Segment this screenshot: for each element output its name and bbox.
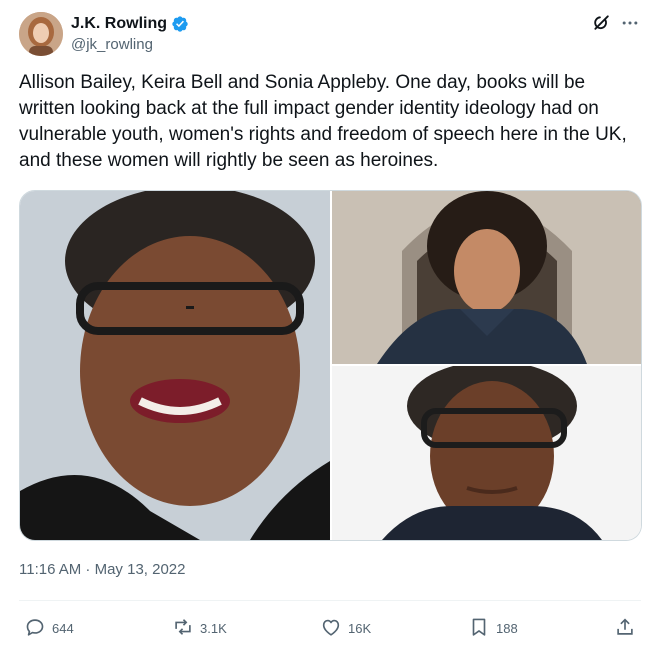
bookmark-icon <box>468 616 490 641</box>
portrait-photo[interactable] <box>332 366 641 540</box>
like-icon <box>320 616 342 641</box>
author-handle[interactable]: @jk_rowling <box>71 36 153 53</box>
repost-count: 3.1K <box>200 621 227 636</box>
avatar[interactable] <box>19 12 63 56</box>
reply-icon <box>24 616 46 641</box>
author-display-name[interactable]: J.K. Rowling <box>71 15 167 33</box>
bookmark-count: 188 <box>496 621 518 636</box>
more-icon[interactable] <box>620 13 640 33</box>
reply-count: 644 <box>52 621 74 636</box>
like-count: 16K <box>348 621 372 636</box>
reply-button[interactable]: 644 <box>24 616 74 641</box>
tweet-text: Allison Bailey, Keira Bell and Sonia App… <box>19 72 627 171</box>
share-button[interactable] <box>614 616 636 641</box>
like-button[interactable]: 16K <box>320 616 371 641</box>
repost-button[interactable]: 3.1K <box>172 616 227 641</box>
tweet-card: J.K. Rowling @jk_rowling Allison Bailey,… <box>0 0 655 656</box>
repost-icon <box>172 616 194 641</box>
media-grid <box>19 190 642 541</box>
verified-badge-icon <box>171 15 189 33</box>
divider <box>19 600 641 601</box>
portrait-photo[interactable] <box>332 191 641 364</box>
grok-icon[interactable] <box>592 13 612 33</box>
author-name-row: J.K. Rowling <box>71 15 189 33</box>
share-icon <box>614 616 636 641</box>
bookmark-button[interactable]: 188 <box>468 616 518 641</box>
tweet-timestamp[interactable]: 11:16 AM · May 13, 2022 <box>19 561 186 578</box>
portrait-photo[interactable] <box>20 191 330 540</box>
